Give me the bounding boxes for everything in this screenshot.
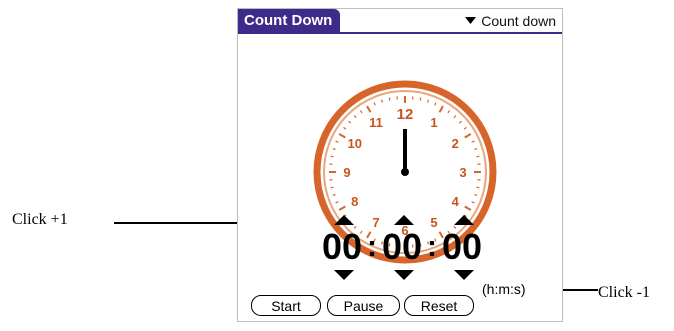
- clock-number: 2: [452, 136, 459, 151]
- separator-hm: :: [367, 230, 377, 263]
- clock-number: 10: [348, 136, 362, 151]
- minutes-increment-arrow[interactable]: [394, 215, 414, 225]
- hours-value: 00: [322, 226, 363, 267]
- clock-number: 5: [430, 215, 437, 230]
- pause-button[interactable]: Pause: [327, 295, 400, 316]
- clock-hand: [403, 129, 407, 173]
- hours-increment-arrow[interactable]: [334, 215, 354, 225]
- clock-number: 7: [372, 215, 379, 230]
- clock-number: 11: [369, 115, 383, 130]
- clock-number: 8: [351, 194, 358, 209]
- units-label: (h:m:s): [482, 281, 526, 297]
- clock-number: 1: [430, 115, 437, 130]
- clock-tick: [476, 186, 480, 189]
- start-button[interactable]: Start: [251, 295, 321, 316]
- minutes-value: 00: [382, 226, 423, 267]
- separator-ms: :: [427, 230, 437, 263]
- mode-picker[interactable]: Count down: [465, 12, 556, 30]
- clock-number: 4: [452, 194, 460, 209]
- countdown-screen: Count Down Count down 12 1 2 3 4 5 6 7 8 9 10 11 (h…: [237, 8, 563, 322]
- seconds-decrement-arrow[interactable]: [454, 270, 474, 280]
- clock-hub: [401, 168, 409, 176]
- clock-tick: [388, 97, 391, 101]
- clock-tick: [330, 186, 334, 189]
- seconds-increment-arrow[interactable]: [454, 215, 474, 225]
- clock-number: 3: [459, 165, 466, 180]
- seconds-value: 00: [442, 226, 483, 267]
- triangle-down-icon: [465, 17, 477, 24]
- clock-tick: [476, 155, 480, 158]
- reset-button[interactable]: Reset: [404, 295, 474, 316]
- clock-number: 12: [397, 106, 414, 123]
- clock-tick: [419, 97, 422, 101]
- callout-increment-label: Click +1: [12, 211, 68, 228]
- hours-decrement-arrow[interactable]: [334, 270, 354, 280]
- minutes-decrement-arrow[interactable]: [394, 270, 414, 280]
- app-title: Count Down: [238, 9, 341, 33]
- clock-number: 9: [343, 165, 350, 180]
- clock-tick: [330, 155, 334, 158]
- callout-decrement-label: Click -1: [598, 284, 650, 301]
- title-bar: Count Down Count down: [238, 9, 562, 34]
- mode-picker-value: Count down: [481, 13, 556, 29]
- title-underline: [238, 32, 562, 34]
